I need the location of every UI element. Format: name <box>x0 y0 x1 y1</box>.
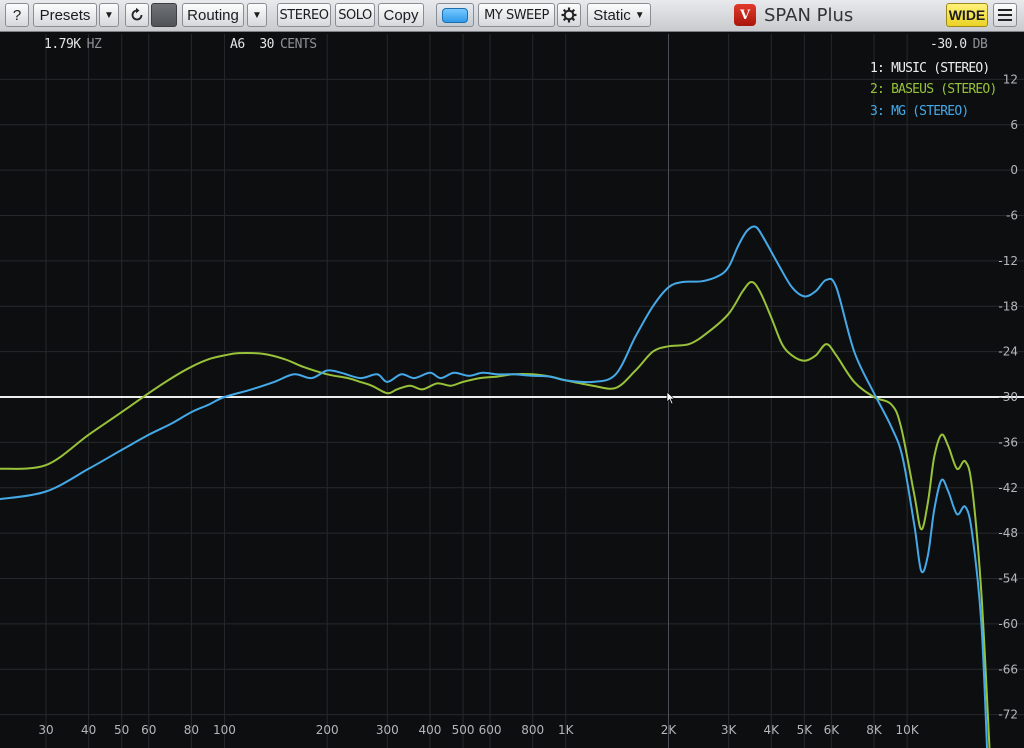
sweep-color-swatch <box>442 7 468 23</box>
x-tick-label: 60 <box>141 723 156 737</box>
chevron-down-icon: ▼ <box>634 9 645 21</box>
y-tick-label: -48 <box>998 526 1018 540</box>
frequency-value: 1.79K <box>44 37 81 52</box>
hamburger-menu-icon <box>998 9 1012 21</box>
brand-name: SPAN Plus <box>764 4 854 26</box>
x-tick-label: 500 <box>452 723 475 737</box>
x-tick-label: 200 <box>316 723 339 737</box>
menu-button[interactable] <box>993 3 1017 27</box>
y-tick-label: 12 <box>1003 72 1018 86</box>
level-unit: DB <box>972 37 988 52</box>
routing-dropdown-button[interactable]: ▼ <box>247 3 267 27</box>
x-tick-label: 1K <box>558 723 575 737</box>
gear-icon <box>561 7 577 23</box>
x-tick-label: 300 <box>376 723 399 737</box>
reset-button[interactable] <box>125 3 149 27</box>
level-value: -30.0 <box>930 37 967 52</box>
x-tick-label: 800 <box>521 723 544 737</box>
y-tick-label: -18 <box>998 299 1018 313</box>
x-tick-label: 100 <box>213 723 236 737</box>
level-readout: -30.0 DB <box>930 37 988 52</box>
freeze-button[interactable] <box>151 3 177 27</box>
presets-dropdown-button[interactable]: ▼ <box>99 3 119 27</box>
x-tick-label: 2K <box>661 723 678 737</box>
wide-button[interactable]: WIDE <box>946 3 988 27</box>
x-tick-label: 600 <box>479 723 502 737</box>
spectrum-plot[interactable]: 1260-6-12-18-24-30-36-42-48-54-60-66-72 … <box>0 32 1024 748</box>
x-tick-label: 400 <box>419 723 442 737</box>
y-tick-label: -30 <box>998 390 1018 404</box>
x-tick-label: 80 <box>184 723 199 737</box>
legend-item-mg[interactable]: 3: MG (STEREO) <box>870 104 969 119</box>
y-tick-label: -24 <box>998 345 1018 359</box>
copy-button[interactable]: Copy <box>378 3 424 27</box>
brand: V SPAN Plus <box>734 3 853 27</box>
cents-value: 30 <box>259 37 274 52</box>
legend-item-baseus[interactable]: 2: BASEUS (STEREO) <box>870 82 997 97</box>
x-tick-label: 3K <box>721 723 738 737</box>
y-tick-label: -6 <box>1006 209 1018 223</box>
solo-button[interactable]: SOLO <box>335 3 375 27</box>
y-tick-label: -54 <box>998 572 1018 586</box>
toolbar: ? Presets ▼ Routing ▼ STEREO SOLO Copy M… <box>0 0 1024 32</box>
span-plus-window: ? Presets ▼ Routing ▼ STEREO SOLO Copy M… <box>0 0 1024 748</box>
y-tick-label: -36 <box>998 435 1018 449</box>
x-tick-label: 5K <box>797 723 814 737</box>
x-tick-label: 8K <box>866 723 883 737</box>
mode-dropdown[interactable]: Static ▼ <box>587 3 651 27</box>
help-button[interactable]: ? <box>5 3 29 27</box>
note-readout: A6 30 CENTS <box>230 37 317 52</box>
y-tick-label: 6 <box>1010 118 1018 132</box>
frequency-unit: HZ <box>86 37 102 52</box>
sweep-name-button[interactable]: MY SWEEP <box>478 3 555 27</box>
reset-icon <box>131 7 143 21</box>
y-tick-label: -60 <box>998 617 1018 631</box>
x-tick-label: 6K <box>824 723 841 737</box>
y-tick-label: -12 <box>998 254 1018 268</box>
stereo-button[interactable]: STEREO <box>277 3 331 27</box>
x-tick-label: 50 <box>114 723 129 737</box>
x-tick-label: 40 <box>81 723 96 737</box>
cents-unit: CENTS <box>279 37 317 52</box>
x-tick-label: 10K <box>896 723 920 737</box>
brand-logo-icon: V <box>734 4 756 26</box>
frequency-readout: 1.79K HZ <box>44 37 102 52</box>
mode-dropdown-label: Static <box>593 6 631 24</box>
presets-button[interactable]: Presets <box>33 3 97 27</box>
legend-item-music[interactable]: 1: MUSIC (STEREO) <box>870 61 990 76</box>
sweep-color-button[interactable] <box>436 3 474 27</box>
routing-button[interactable]: Routing <box>182 3 244 27</box>
note-value: A6 <box>230 37 245 52</box>
x-tick-label: 30 <box>38 723 53 737</box>
y-tick-label: -66 <box>998 662 1018 676</box>
y-tick-label: 0 <box>1010 163 1018 177</box>
y-tick-label: -42 <box>998 481 1018 495</box>
y-tick-label: -72 <box>998 708 1018 722</box>
x-tick-label: 4K <box>764 723 781 737</box>
settings-button[interactable] <box>557 3 581 27</box>
